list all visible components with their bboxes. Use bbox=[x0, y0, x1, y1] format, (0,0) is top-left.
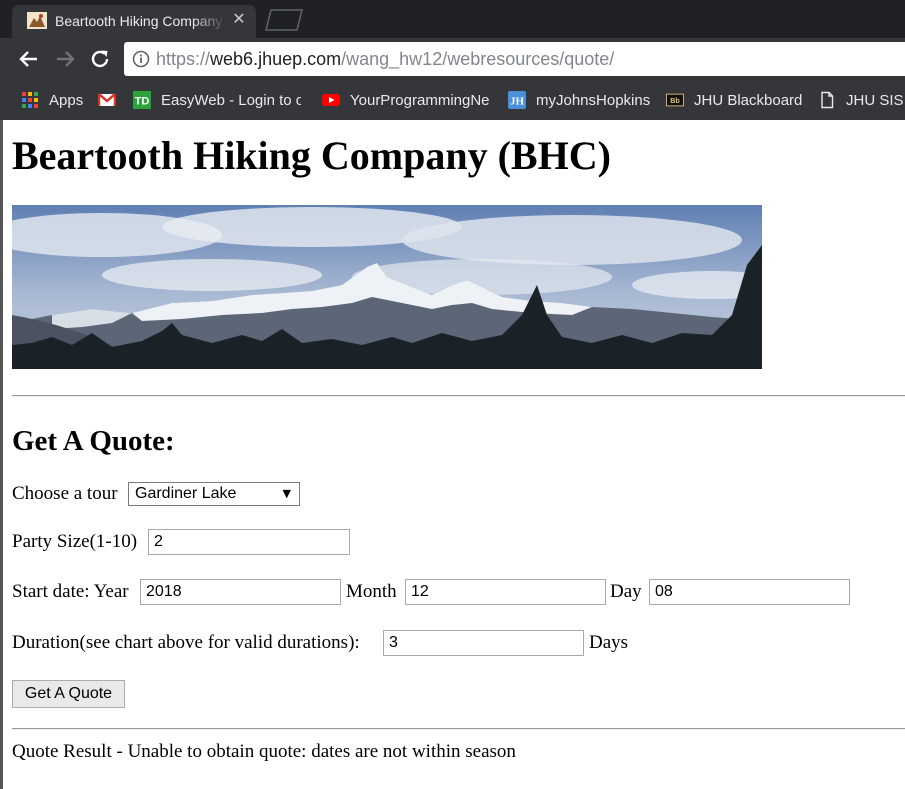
quote-heading: Get A Quote: bbox=[12, 425, 175, 457]
reload-icon[interactable] bbox=[87, 46, 113, 72]
day-label: Day bbox=[610, 581, 642, 602]
party-size-input[interactable]: 2 bbox=[148, 529, 350, 555]
td-icon: TD bbox=[133, 91, 151, 109]
bookmark-myjohnshopkins[interactable]: JH myJohnsHopkins bbox=[508, 80, 650, 120]
youtube-icon bbox=[322, 94, 340, 106]
bookmark-jhu-sis[interactable]: JHU SIS bbox=[818, 80, 904, 120]
svg-text:TD: TD bbox=[135, 96, 150, 108]
mountain-banner-image bbox=[12, 205, 762, 369]
svg-text:Bb: Bb bbox=[670, 96, 680, 105]
info-icon[interactable] bbox=[132, 50, 150, 68]
document-icon bbox=[821, 91, 834, 109]
tour-label: Choose a tour bbox=[12, 483, 118, 504]
year-input[interactable]: 2018 bbox=[140, 579, 341, 605]
party-size-label: Party Size(1-10) bbox=[12, 531, 138, 552]
back-arrow-icon[interactable] bbox=[16, 46, 42, 72]
page-content: Beartooth Hiking Company (BHC) Get A Quo… bbox=[0, 120, 905, 789]
month-input[interactable]: 12 bbox=[405, 579, 606, 605]
hiker-favicon-icon bbox=[27, 12, 47, 29]
gmail-icon bbox=[98, 93, 116, 106]
tab-strip: Beartooth Hiking Company ✕ bbox=[0, 0, 905, 38]
svg-text:JH: JH bbox=[510, 96, 525, 108]
forward-arrow-icon[interactable] bbox=[52, 46, 78, 72]
url-text: https://web6.jhuep.com/wang_hw12/webreso… bbox=[156, 49, 615, 69]
duration-input[interactable]: 3 bbox=[383, 630, 584, 656]
jh-icon: JH bbox=[508, 91, 526, 109]
bookmark-apps[interactable]: Apps bbox=[21, 80, 83, 120]
bookmark-jhu-blackboard[interactable]: Bb JHU Blackboard bbox=[666, 80, 802, 120]
bookmark-gmail[interactable] bbox=[98, 80, 126, 120]
divider-top bbox=[12, 395, 905, 397]
duration-label: Duration(see chart above for valid durat… bbox=[12, 632, 360, 653]
apps-grid-icon bbox=[22, 92, 38, 108]
bookmark-easyweb[interactable]: TD EasyWeb - Login to o bbox=[133, 80, 301, 120]
month-label: Month bbox=[346, 581, 397, 602]
day-input[interactable]: 08 bbox=[649, 579, 850, 605]
quote-result-text: Quote Result - Unable to obtain quote: d… bbox=[12, 741, 516, 762]
tab-close-icon[interactable]: ✕ bbox=[230, 10, 248, 28]
divider-bottom bbox=[12, 728, 905, 730]
start-year-label: Start date: Year bbox=[12, 581, 129, 602]
bookmark-yourprogrammingnetwork[interactable]: YourProgrammingNe bbox=[322, 80, 492, 120]
new-tab-button[interactable] bbox=[262, 9, 306, 31]
days-label: Days bbox=[589, 632, 629, 653]
page-title: Beartooth Hiking Company (BHC) bbox=[12, 133, 611, 178]
dropdown-arrow-icon: ▼ bbox=[282, 487, 291, 500]
blackboard-icon: Bb bbox=[666, 93, 684, 107]
get-quote-button[interactable]: Get A Quote bbox=[12, 680, 125, 708]
address-bar[interactable]: https://web6.jhuep.com/wang_hw12/webreso… bbox=[124, 42, 905, 76]
bookmarks-bar: Apps TD EasyWeb - Login to o YourProgram… bbox=[0, 80, 905, 120]
tab-active[interactable]: Beartooth Hiking Company ✕ bbox=[12, 5, 256, 38]
browser-toolbar: https://web6.jhuep.com/wang_hw12/webreso… bbox=[0, 38, 905, 80]
tour-select[interactable]: Gardiner Lake ▼ bbox=[128, 482, 300, 506]
